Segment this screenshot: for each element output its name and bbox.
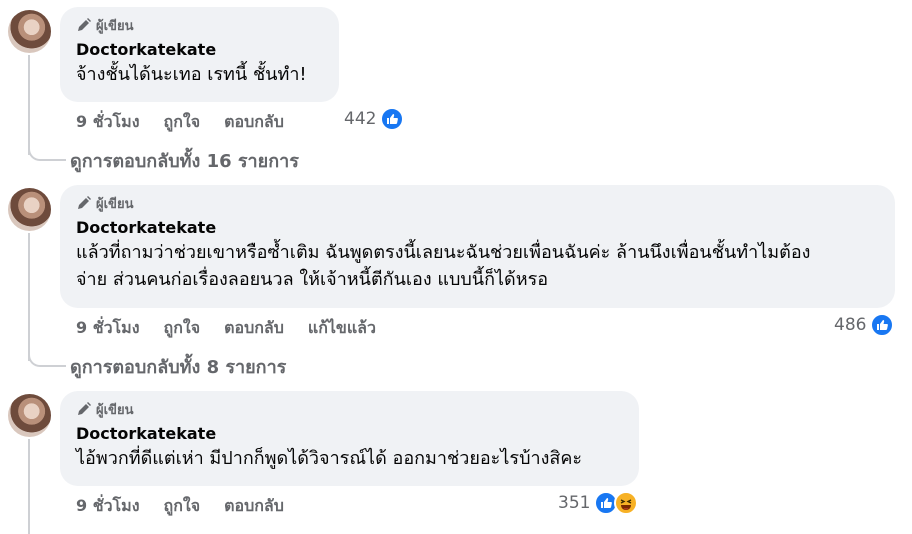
reply-button[interactable]: ตอบกลับ <box>224 494 284 519</box>
comment-bubble: ผู้เขียน Doctorkatekate จ้างชั้นได้นะเทอ… <box>60 7 339 102</box>
reaction-count: 442 <box>344 109 377 129</box>
pencil-icon <box>78 18 91 31</box>
reaction-count: 486 <box>834 315 867 335</box>
comment-bubble: ผู้เขียน Doctorkatekate ไอ้พวกที่ดีแต่เห… <box>60 391 639 486</box>
badge-label: ผู้เขียน <box>96 18 134 34</box>
haha-icon <box>614 491 639 515</box>
thread-line <box>28 233 30 361</box>
badge-label: ผู้เขียน <box>96 402 134 418</box>
edited-label[interactable]: แก้ไขแล้ว <box>308 316 376 341</box>
reaction-count: 351 <box>558 493 591 513</box>
thread-connector <box>28 352 66 367</box>
thread-line <box>28 55 30 155</box>
view-replies-link[interactable]: ดูการตอบกลับทั้ง 16 รายการ <box>28 146 299 175</box>
avatar[interactable] <box>8 394 51 437</box>
comment-text: จ้างชั้นได้นะเทอ เรทนี้ ชั้นทำ! <box>76 64 307 85</box>
author-badge: ผู้เขียน <box>76 399 623 419</box>
pencil-icon <box>78 402 91 415</box>
comment-actions: 9 ชั่วโมง ถูกใจ ตอบกลับ <box>76 110 284 135</box>
comment-text-line: จ่าย ส่วนคนก่อเรื่องลอยนวล ให้เจ้าหนี้ตี… <box>76 269 549 290</box>
like-button[interactable]: ถูกใจ <box>164 316 201 341</box>
reply-button[interactable]: ตอบกลับ <box>224 110 284 135</box>
avatar[interactable] <box>8 188 51 231</box>
avatar[interactable] <box>8 10 51 53</box>
like-icon <box>380 107 405 131</box>
comment-actions: 9 ชั่วโมง ถูกใจ ตอบกลับ แก้ไขแล้ว <box>76 316 376 341</box>
author-name[interactable]: Doctorkatekate <box>76 39 323 61</box>
thread-line <box>28 439 30 534</box>
comment-text-line: แล้วที่ถามว่าช่วยเขาหรือซ้ำเติม ฉันพูดตร… <box>76 242 811 263</box>
comment-bubble: ผู้เขียน Doctorkatekate แล้วที่ถามว่าช่ว… <box>60 185 895 308</box>
author-name[interactable]: Doctorkatekate <box>76 423 623 445</box>
reply-button[interactable]: ตอบกลับ <box>224 316 284 341</box>
timestamp-link[interactable]: 9 ชั่วโมง <box>76 494 140 519</box>
pencil-icon <box>78 196 91 209</box>
like-button[interactable]: ถูกใจ <box>164 110 201 135</box>
reaction-summary[interactable]: 486 <box>834 313 895 337</box>
timestamp-link[interactable]: 9 ชั่วโมง <box>76 316 140 341</box>
reaction-summary[interactable]: 442 <box>344 107 405 131</box>
view-replies-label[interactable]: ดูการตอบกลับทั้ง 8 รายการ <box>70 352 286 381</box>
like-button[interactable]: ถูกใจ <box>164 494 201 519</box>
like-icon <box>870 313 895 337</box>
timestamp-link[interactable]: 9 ชั่วโมง <box>76 110 140 135</box>
author-badge: ผู้เขียน <box>76 193 879 213</box>
view-replies-link[interactable]: ดูการตอบกลับทั้ง 8 รายการ <box>28 352 286 381</box>
reaction-summary[interactable]: 351 <box>558 491 639 515</box>
comment-actions: 9 ชั่วโมง ถูกใจ ตอบกลับ <box>76 494 284 519</box>
badge-label: ผู้เขียน <box>96 196 134 212</box>
view-replies-label[interactable]: ดูการตอบกลับทั้ง 16 รายการ <box>70 146 299 175</box>
comment-text: ไอ้พวกที่ดีแต่เห่า มีปากก็พูดได้วิจารณ์ไ… <box>76 448 583 469</box>
thread-connector <box>28 146 66 161</box>
author-badge: ผู้เขียน <box>76 15 323 35</box>
author-name[interactable]: Doctorkatekate <box>76 217 879 239</box>
